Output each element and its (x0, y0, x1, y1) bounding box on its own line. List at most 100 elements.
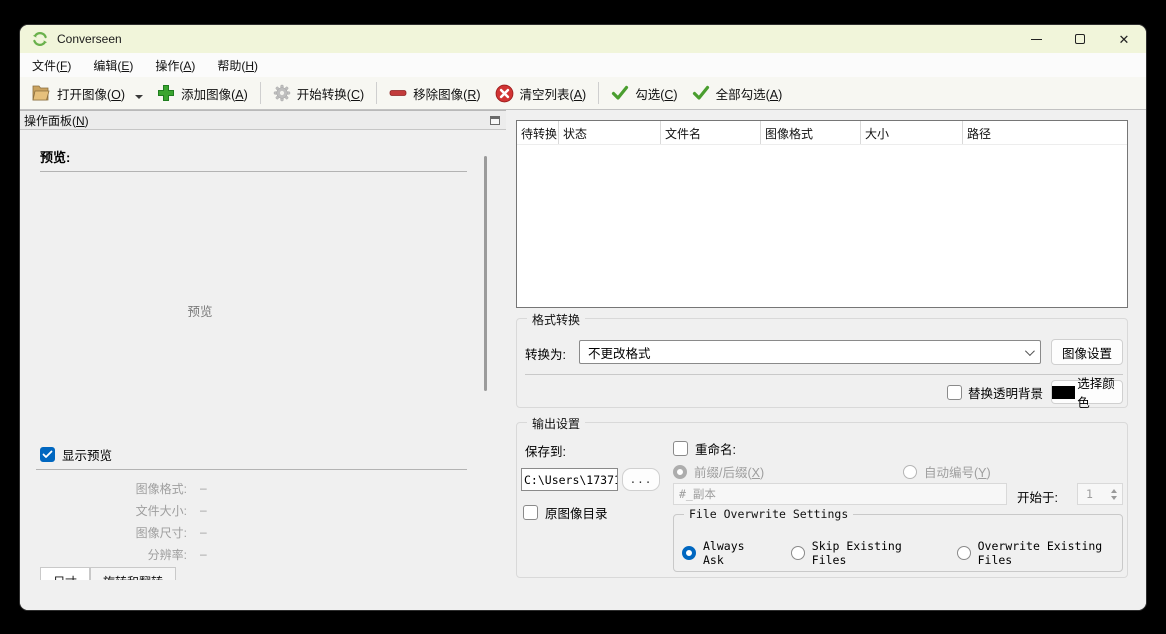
close-icon: ✕ (1119, 33, 1130, 46)
format-conversion-title: 格式转换 (527, 311, 585, 328)
image-settings-button[interactable]: 图像设置 (1051, 339, 1123, 365)
remove-image-button[interactable]: 移除图像(R) (382, 80, 487, 107)
browse-button[interactable]: ... (622, 468, 660, 491)
overwrite-options: Always Ask Skip Existing Files Overwrite… (682, 539, 1122, 567)
actions-panel: 操作面板(N) 预览: 预览 显示预览 (20, 110, 506, 580)
column-header-filename[interactable]: 文件名 (661, 121, 761, 144)
overwrite-existing-radio[interactable] (957, 546, 971, 560)
actions-panel-title: 操作面板(N) (24, 112, 89, 129)
prefix-suffix-radio[interactable] (673, 465, 687, 479)
panel-scrollbar[interactable] (484, 156, 487, 391)
preview-section-title: 预览: (40, 147, 70, 166)
divider (525, 374, 1123, 375)
tab-rotate-flip[interactable]: 旋转和翻转 (90, 567, 176, 580)
check-icon (611, 85, 629, 101)
file-overwrite-group: File Overwrite Settings Always Ask Skip … (673, 514, 1123, 572)
check-all-label: 全部勾选(A) (716, 84, 783, 103)
check-all-button[interactable]: 全部勾选(A) (685, 80, 790, 107)
toolbar-separator (260, 82, 261, 104)
always-ask-label: Always Ask (703, 539, 762, 567)
file-overwrite-title: File Overwrite Settings (684, 507, 853, 521)
column-header-status[interactable]: 状态 (559, 121, 661, 144)
column-header-convert[interactable]: 待转换 (517, 121, 559, 144)
checkmark-icon (42, 450, 53, 459)
add-image-button[interactable]: 添加图像(A) (150, 80, 255, 107)
format-select[interactable]: 不更改格式 (579, 340, 1041, 364)
save-path-input[interactable]: C:\Users\17371 (521, 468, 618, 491)
prefix-suffix-option: 前缀/后缀(X) (673, 462, 764, 481)
column-header-format[interactable]: 图像格式 (761, 121, 861, 144)
add-image-icon (157, 84, 175, 102)
show-preview-row: 显示预览 (40, 445, 112, 464)
minimize-icon (1031, 39, 1042, 40)
open-image-label: 打开图像(O) (57, 84, 125, 103)
actions-panel-header: 操作面板(N) (20, 110, 506, 130)
window-title: Converseen (57, 32, 122, 46)
window-controls: ✕ (1014, 25, 1146, 53)
toolbar: 打开图像(O) 添加图像(A) 开始转换(C) (20, 77, 1146, 110)
check-all-icon (692, 85, 710, 101)
choose-color-button[interactable]: 选择颜色 (1051, 380, 1123, 404)
always-ask-radio[interactable] (682, 546, 696, 560)
chevron-down-icon (1025, 346, 1035, 356)
start-at-spinner[interactable]: 1 (1077, 483, 1123, 505)
actions-panel-body: 预览: 预览 显示预览 图像格式: – (20, 131, 506, 580)
start-convert-button[interactable]: 开始转换(C) (266, 80, 371, 107)
main-content: 操作面板(N) 预览: 预览 显示预览 (20, 110, 1146, 580)
panel-tabs: 尺寸 旋转和翻转 (40, 567, 176, 580)
panel-float-icon[interactable] (490, 116, 500, 125)
start-convert-icon (273, 84, 291, 102)
remove-image-label: 移除图像(R) (413, 84, 480, 103)
rename-checkbox[interactable] (673, 441, 688, 456)
clear-list-icon (495, 84, 514, 103)
remove-image-icon (389, 84, 407, 102)
info-row-format: 图像格式: – (36, 477, 207, 499)
status-bar (20, 580, 1146, 610)
menu-actions[interactable]: 操作(A) (147, 54, 203, 77)
menu-file[interactable]: 文件(F) (24, 54, 79, 77)
toolbar-separator (376, 82, 377, 104)
titlebar: Converseen ✕ (20, 25, 1146, 53)
check-label: 勾选(C) (635, 84, 677, 103)
overwrite-existing-option: Overwrite Existing Files (957, 539, 1122, 567)
replace-background-row: 替换透明背景 (947, 383, 1043, 402)
rename-label: 重命名: (695, 439, 736, 458)
rename-pattern-input[interactable]: #_副本 (673, 483, 1007, 505)
save-to-label: 保存到: (525, 441, 566, 460)
spinner-arrows[interactable] (1106, 484, 1122, 504)
info-row-dimensions: 图像尺寸: – (36, 521, 207, 543)
maximize-icon (1075, 34, 1085, 44)
clear-list-button[interactable]: 清空列表(A) (488, 80, 594, 107)
show-preview-checkbox[interactable] (40, 447, 55, 462)
start-at-label: 开始于: (1017, 487, 1058, 506)
check-button[interactable]: 勾选(C) (604, 80, 684, 107)
output-settings-title: 输出设置 (527, 415, 585, 432)
menu-edit[interactable]: 编辑(E) (85, 54, 141, 77)
minimize-button[interactable] (1014, 25, 1058, 53)
tab-dimensions[interactable]: 尺寸 (40, 567, 90, 580)
column-header-path[interactable]: 路径 (963, 121, 1127, 144)
replace-background-checkbox[interactable] (947, 385, 962, 400)
column-header-size[interactable]: 大小 (861, 121, 963, 144)
start-convert-label: 开始转换(C) (297, 84, 364, 103)
image-info: 图像格式: – 文件大小: – 图像尺寸: – 分辨率: – (36, 477, 207, 565)
spinner-down-icon[interactable] (1111, 496, 1117, 500)
auto-number-option: 自动编号(Y) (903, 462, 991, 481)
same-folder-row: 原图像目录 (523, 503, 608, 522)
skip-existing-option: Skip Existing Files (791, 539, 926, 567)
menu-help[interactable]: 帮助(H) (209, 54, 266, 77)
info-row-resolution: 分辨率: – (36, 543, 207, 565)
file-list-table[interactable]: 待转换 状态 文件名 图像格式 大小 路径 (516, 120, 1128, 308)
open-image-button[interactable]: 打开图像(O) (24, 80, 150, 107)
same-folder-checkbox[interactable] (523, 505, 538, 520)
conversion-panel: 待转换 状态 文件名 图像格式 大小 路径 格式转换 转换为: 不更改格式 图像… (516, 110, 1128, 580)
spinner-up-icon[interactable] (1111, 489, 1117, 493)
maximize-button[interactable] (1058, 25, 1102, 53)
app-window: Converseen ✕ 文件(F) 编辑(E) 操作(A) 帮助(H) 打开图… (20, 25, 1146, 610)
close-button[interactable]: ✕ (1102, 25, 1146, 53)
open-image-dropdown-icon[interactable] (135, 95, 143, 99)
auto-number-radio[interactable] (903, 465, 917, 479)
menu-bar: 文件(F) 编辑(E) 操作(A) 帮助(H) (20, 53, 1146, 77)
skip-existing-radio[interactable] (791, 546, 805, 560)
divider (40, 171, 467, 172)
